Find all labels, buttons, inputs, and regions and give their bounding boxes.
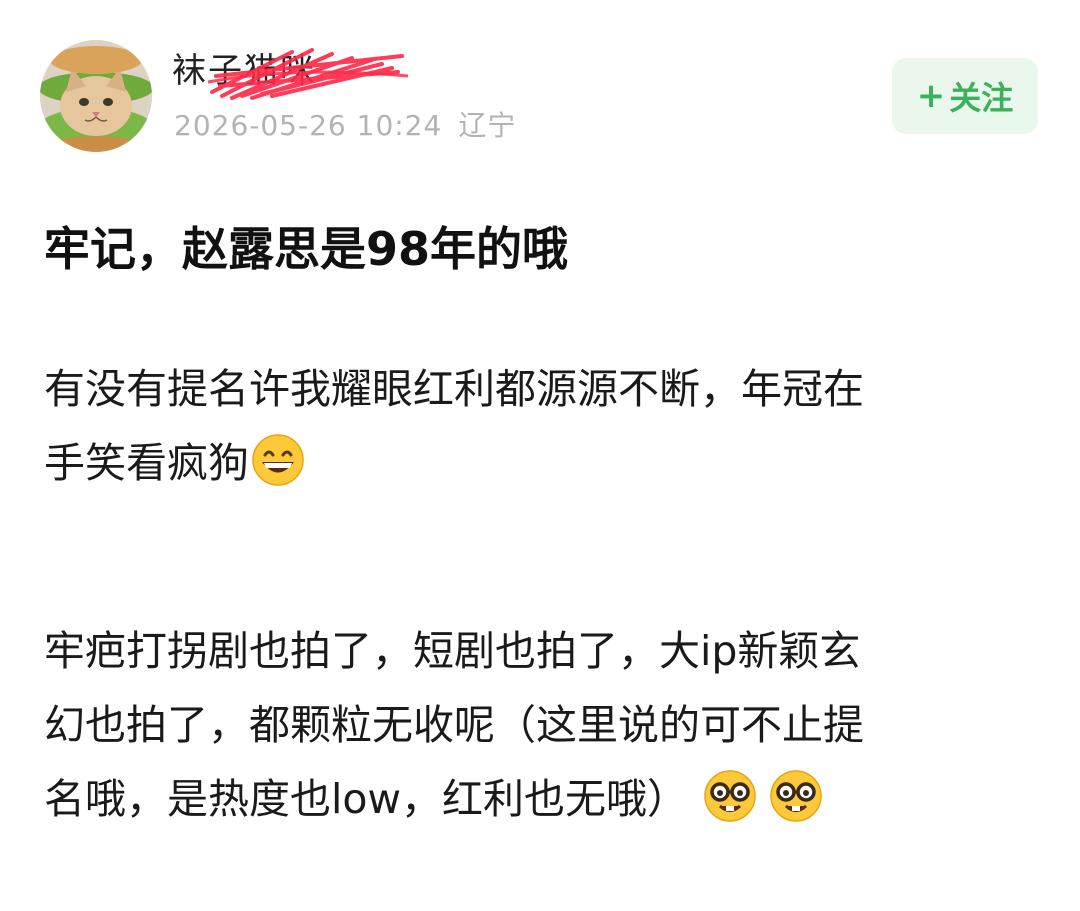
follow-button-label: 关注 [949, 79, 1014, 117]
paragraph-line-text: 名哦，是热度也low，红利也无哦） [44, 775, 689, 823]
plus-icon: + [916, 76, 946, 116]
paragraph-line-with-emoji: 名哦，是热度也low，红利也无哦） [44, 762, 1044, 836]
paragraph-line-with-emoji: 手笑看疯狗 [44, 426, 1044, 500]
username-text: 袜子猫咪 [172, 51, 316, 91]
nerd-face-icon [769, 769, 823, 823]
cat-avatar-icon [40, 40, 152, 152]
post-paragraph-2: 牢疤打拐剧也拍了，短剧也拍了，大ip新颖玄 幻也拍了，都颗粒无收呢（这里说的可不… [44, 614, 1044, 836]
post-location: 辽宁 [458, 109, 517, 142]
paragraph-line: 幻也拍了，都颗粒无收呢（这里说的可不止提 [44, 701, 864, 749]
post-date: 2026-05-26 10:24 [174, 109, 443, 142]
username[interactable]: 袜子猫咪 [172, 46, 412, 100]
post-card: 袜子猫咪 2026-05-26 10:24 辽宁 + 关注 牢记，赵露思是98年的… [0, 0, 1080, 911]
grinning-face-icon [251, 433, 305, 487]
avatar[interactable] [40, 40, 152, 152]
paragraph-line-text: 手笑看疯狗 [44, 439, 249, 487]
nerd-face-icon [703, 769, 757, 823]
follow-button[interactable]: + 关注 [892, 58, 1038, 134]
post-title: 牢记，赵露思是98年的哦 [44, 222, 569, 276]
paragraph-line: 有没有提名许我耀眼红利都源源不断，年冠在 [44, 365, 864, 413]
post-meta: 2026-05-26 10:24 辽宁 [174, 106, 516, 146]
paragraph-line: 牢疤打拐剧也拍了，短剧也拍了，大ip新颖玄 [44, 627, 861, 675]
post-paragraph-1: 有没有提名许我耀眼红利都源源不断，年冠在 手笑看疯狗 [44, 352, 1044, 500]
